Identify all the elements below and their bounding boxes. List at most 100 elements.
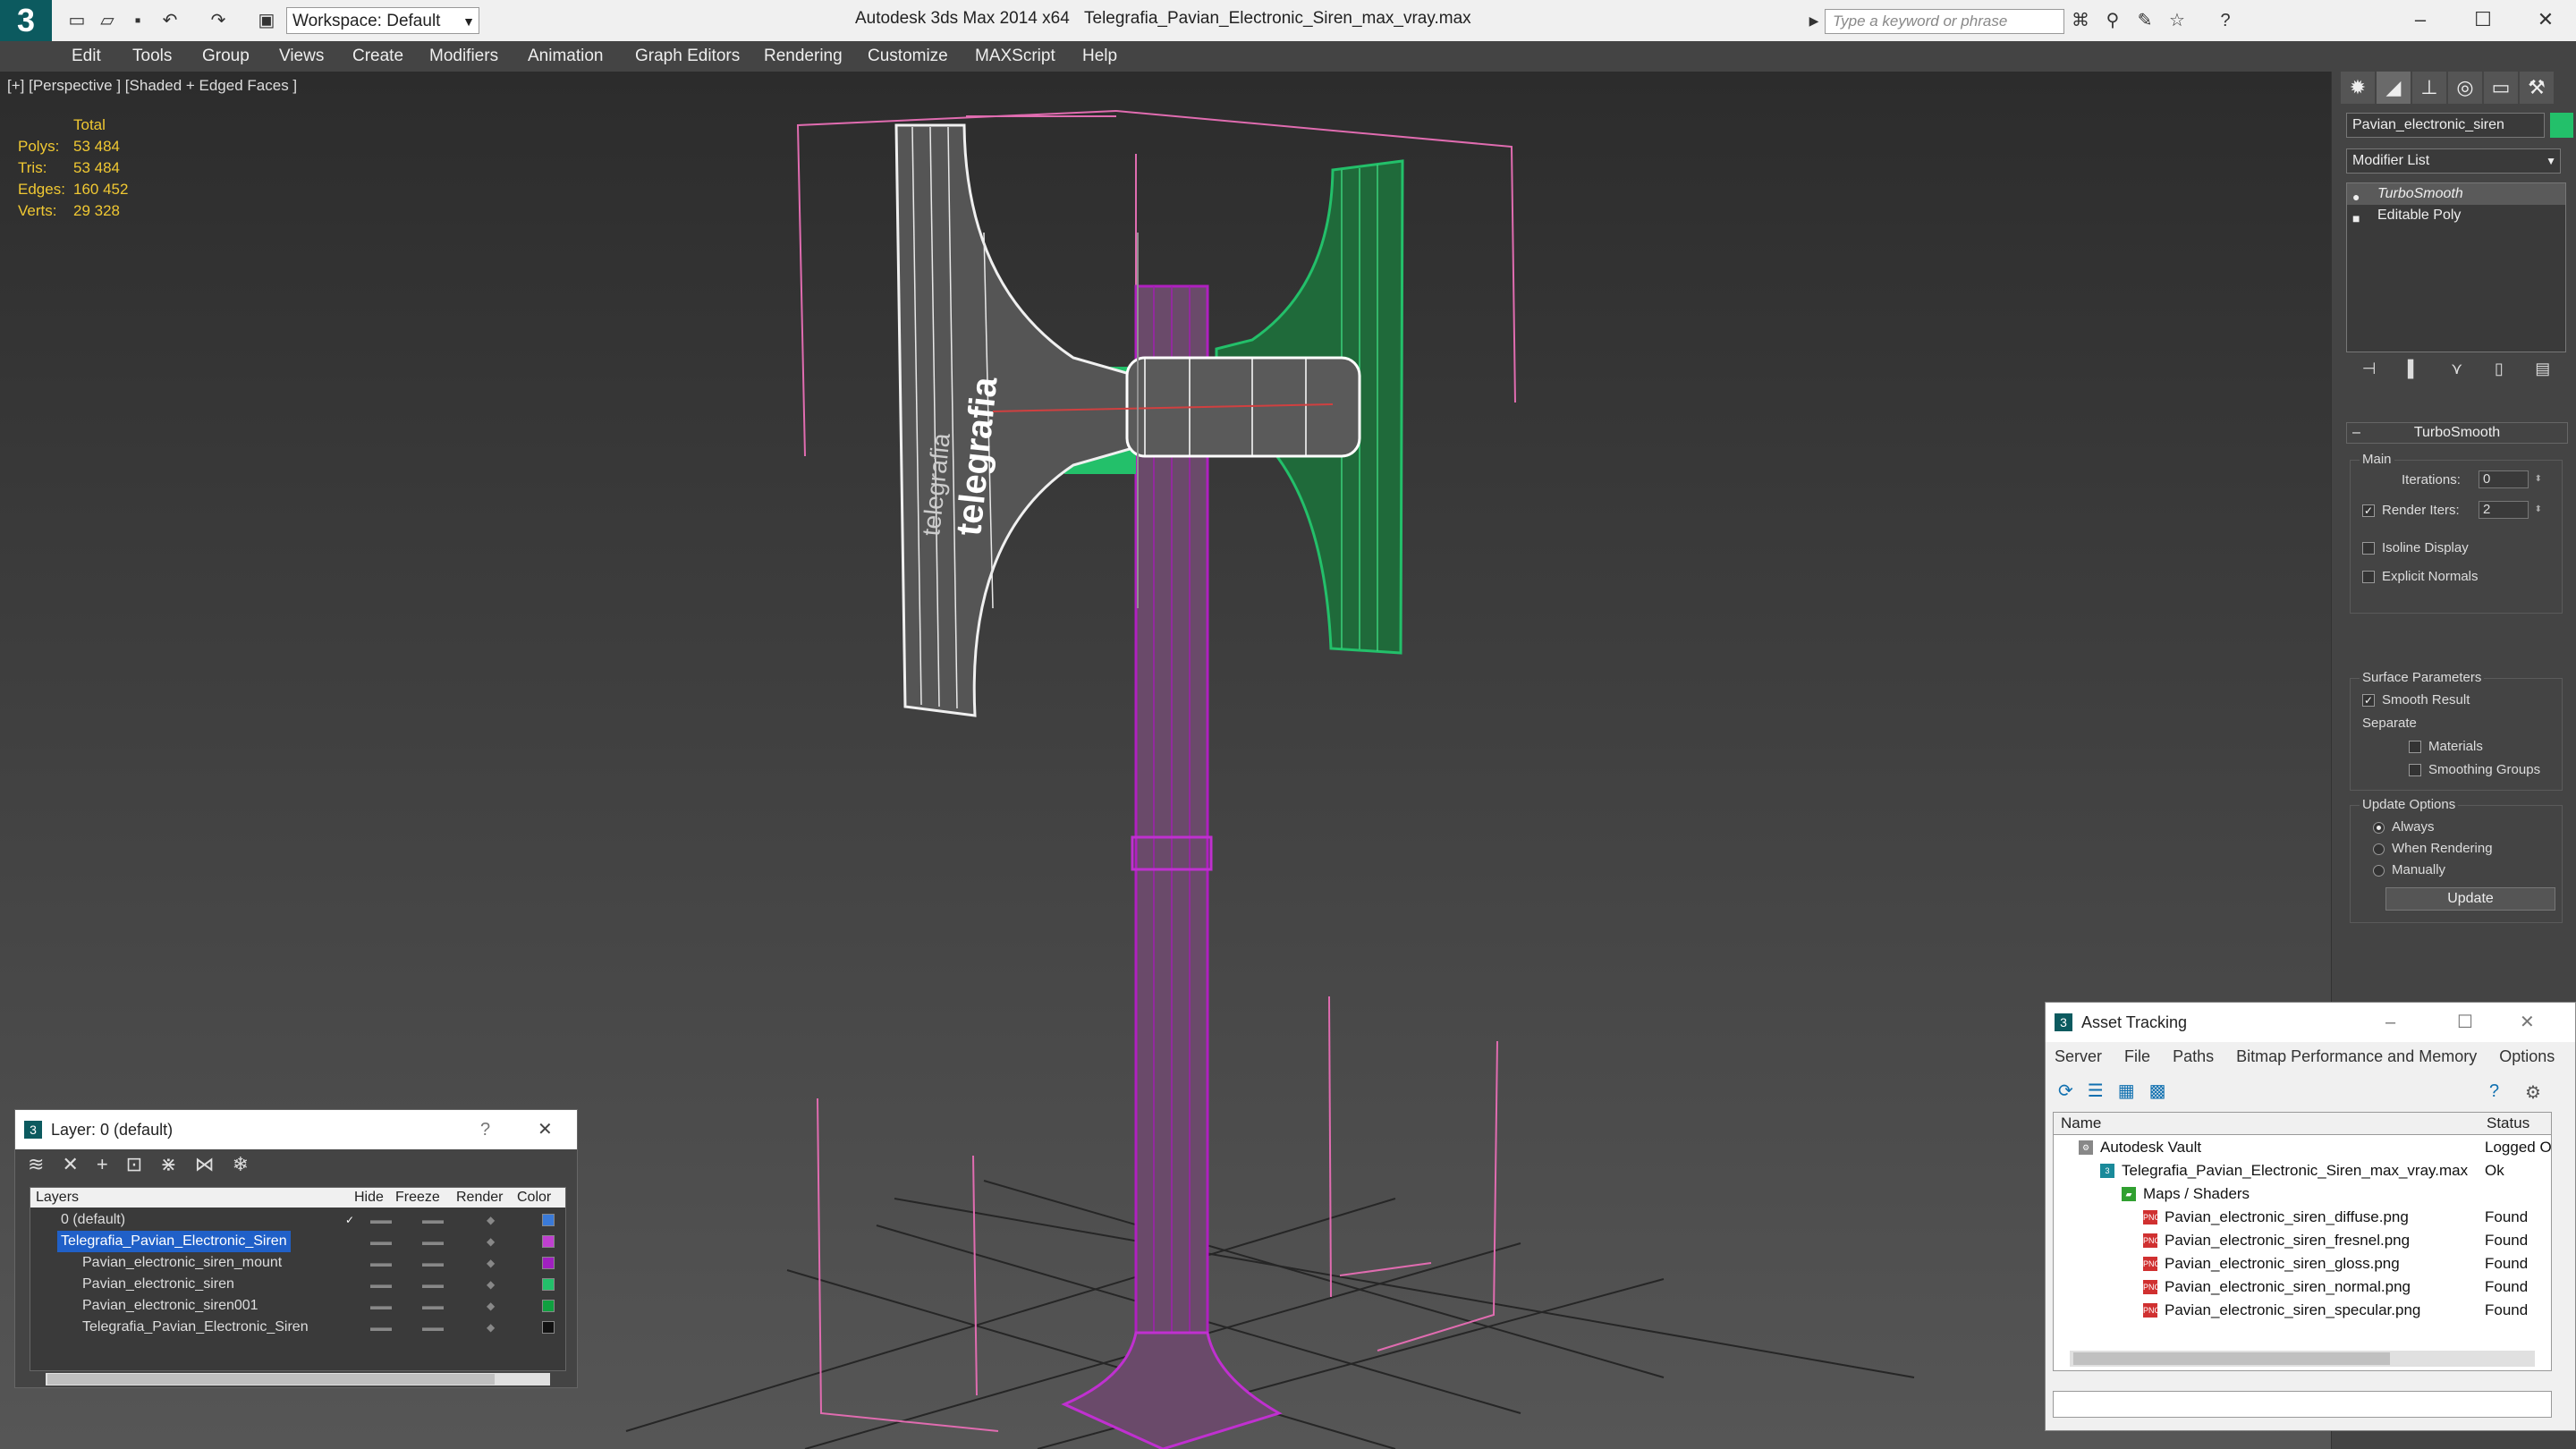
asset-row[interactable]: ▰ Maps / Shaders (2054, 1182, 2551, 1206)
asset-row[interactable]: 3 Telegrafia_Pavian_Electronic_Siren_max… (2054, 1159, 2551, 1182)
layer-name[interactable]: 0 (default) (57, 1209, 129, 1231)
new-icon[interactable]: ▭ (64, 9, 89, 32)
layer-row[interactable]: Pavian_electronic_siren ▬▬ ▬▬ ◆ (30, 1274, 565, 1295)
asset-row[interactable]: PNG Pavian_electronic_siren_gloss.png Fo… (2054, 1252, 2551, 1275)
close-button[interactable]: ✕ (2520, 1003, 2535, 1042)
render-teapot-icon[interactable]: ◆ (487, 1209, 495, 1231)
maximize-button[interactable]: ☐ (2456, 4, 2510, 36)
menu-paths[interactable]: Paths (2173, 1047, 2214, 1065)
asset-window-titlebar[interactable]: 3 Asset Tracking – ☐ ✕ (2046, 1003, 2575, 1042)
list-view-icon[interactable]: ☰ (2088, 1080, 2104, 1106)
column-header[interactable]: Name (2061, 1114, 2101, 1132)
freeze-toggle[interactable]: ▬▬ (422, 1209, 444, 1231)
object-color-swatch[interactable] (2550, 113, 2573, 138)
menu-bitmap-performance[interactable]: Bitmap Performance and Memory (2236, 1047, 2477, 1065)
hide-all-layers-icon[interactable]: ⋈ (195, 1153, 215, 1180)
menu-maxscript[interactable]: MAXScript (975, 45, 1055, 68)
expand-search-icon[interactable]: ▶ (1801, 9, 1826, 32)
object-name-field[interactable]: Pavian_electronic_siren (2346, 113, 2545, 138)
column-header[interactable]: Layers (36, 1190, 79, 1206)
close-button[interactable]: ✕ (538, 1110, 553, 1149)
layer-row[interactable]: Telegrafia_Pavian_Electronic_Siren ▬▬ ▬▬… (30, 1317, 565, 1338)
help-icon[interactable]: ? (2213, 9, 2238, 32)
configure-modifier-sets-icon[interactable]: ▤ (2535, 360, 2550, 386)
column-header[interactable]: Status (2487, 1114, 2529, 1132)
delete-layer-icon[interactable]: ✕ (62, 1153, 78, 1180)
scrollbar-thumb[interactable] (47, 1374, 495, 1385)
menu-graph-editors[interactable]: Graph Editors (635, 45, 740, 68)
hide-toggle[interactable]: ▬▬ (370, 1231, 392, 1252)
highlight-layer-icon[interactable]: ⋇ (160, 1153, 176, 1180)
freeze-toggle[interactable]: ▬▬ (422, 1231, 444, 1252)
layer-window-titlebar[interactable]: 3 Layer: 0 (default) ? ✕ (15, 1110, 577, 1149)
communication-center-icon[interactable]: ✎ (2132, 9, 2157, 32)
menu-options[interactable]: Options (2499, 1047, 2555, 1065)
minimize-button[interactable]: – (2385, 1003, 2395, 1042)
show-end-result-icon[interactable]: ▌ (2408, 360, 2419, 386)
menu-edit[interactable]: Edit (72, 45, 101, 68)
table-view-icon[interactable]: ▩ (2149, 1080, 2166, 1106)
always-radio-row[interactable]: Always (2373, 819, 2435, 835)
column-header[interactable]: Render (456, 1190, 503, 1206)
app-logo[interactable]: 3 (0, 0, 52, 41)
hide-toggle[interactable]: ▬▬ (370, 1274, 392, 1295)
create-tab-icon[interactable]: ✹ (2341, 72, 2375, 104)
spinner-arrows-icon[interactable]: ⬍ (2535, 502, 2542, 518)
smoothing-groups-row[interactable]: Smoothing Groups (2409, 762, 2540, 777)
column-header[interactable]: Hide (354, 1190, 384, 1206)
menu-modifiers[interactable]: Modifiers (429, 45, 498, 68)
freeze-toggle[interactable]: ▬▬ (422, 1274, 444, 1295)
checkbox[interactable] (2409, 764, 2421, 777)
save-icon[interactable]: ▪ (125, 9, 150, 32)
radio-button[interactable] (2373, 843, 2385, 855)
menu-server[interactable]: Server (2055, 1047, 2102, 1065)
horizontal-scrollbar[interactable] (30, 1373, 566, 1385)
help-button[interactable]: ? (480, 1110, 490, 1149)
search-input[interactable]: Type a keyword or phrase (1825, 9, 2064, 34)
hide-toggle[interactable]: ▬▬ (370, 1295, 392, 1317)
hide-toggle[interactable]: ▬▬ (370, 1209, 392, 1231)
layer-color-swatch[interactable] (542, 1214, 555, 1226)
settings-icon[interactable]: ⚙ (2525, 1081, 2541, 1104)
create-layer-icon[interactable]: ≋ (28, 1153, 44, 1180)
layer-color-swatch[interactable] (542, 1300, 555, 1312)
isoline-display-row[interactable]: Isoline Display (2362, 540, 2469, 555)
checkbox[interactable]: ✓ (2362, 694, 2375, 708)
layer-row[interactable]: Telegrafia_Pavian_Electronic_Siren ▬▬ ▬▬… (30, 1231, 565, 1252)
render-teapot-icon[interactable]: ◆ (487, 1295, 495, 1317)
menu-group[interactable]: Group (202, 45, 250, 68)
project-icon[interactable]: ▣ (254, 9, 279, 32)
freeze-toggle[interactable]: ▬▬ (422, 1317, 444, 1338)
spinner-arrows-icon[interactable]: ⬍ (2535, 471, 2542, 487)
checkbox[interactable]: ✓ (2362, 504, 2375, 518)
explicit-normals-row[interactable]: Explicit Normals (2362, 569, 2479, 584)
asset-path-field[interactable] (2053, 1391, 2552, 1418)
render-teapot-icon[interactable]: ◆ (487, 1252, 495, 1274)
iterations-spinner[interactable]: 0 ⬍ (2479, 470, 2542, 488)
select-objects-icon[interactable]: ⊡ (126, 1153, 142, 1180)
search-icon[interactable]: ⚲ (2100, 9, 2125, 32)
checkbox[interactable] (2409, 741, 2421, 754)
render-iters-row[interactable]: ✓ Render Iters: (2362, 503, 2460, 518)
manually-radio-row[interactable]: Manually (2373, 862, 2445, 877)
stack-item-turbosmooth[interactable]: ● TurboSmooth (2347, 183, 2565, 205)
menu-customize[interactable]: Customize (868, 45, 948, 68)
pin-stack-icon[interactable]: ⊣ (2362, 360, 2377, 386)
render-iters-spinner[interactable]: 2 ⬍ (2479, 501, 2542, 519)
column-header[interactable]: Color (517, 1190, 551, 1206)
object-name[interactable]: Pavian_electronic_siren001 (79, 1295, 262, 1317)
menu-views[interactable]: Views (279, 45, 324, 68)
asset-row[interactable]: PNG Pavian_electronic_siren_diffuse.png … (2054, 1206, 2551, 1229)
menu-create[interactable]: Create (352, 45, 403, 68)
render-teapot-icon[interactable]: ◆ (487, 1317, 495, 1338)
display-tab-icon[interactable]: ▭ (2484, 72, 2518, 104)
layer-name[interactable]: Telegrafia_Pavian_Electronic_Siren (57, 1231, 291, 1252)
minimize-button[interactable]: – (2394, 4, 2447, 36)
refresh-icon[interactable]: ⟳ (2058, 1080, 2073, 1106)
freeze-all-layers-icon[interactable]: ❄ (233, 1153, 249, 1180)
freeze-toggle[interactable]: ▬▬ (422, 1295, 444, 1317)
radio-button[interactable] (2373, 821, 2385, 834)
menu-rendering[interactable]: Rendering (764, 45, 843, 68)
menu-tools[interactable]: Tools (132, 45, 172, 68)
modify-tab-icon[interactable]: ◢ (2377, 72, 2411, 104)
